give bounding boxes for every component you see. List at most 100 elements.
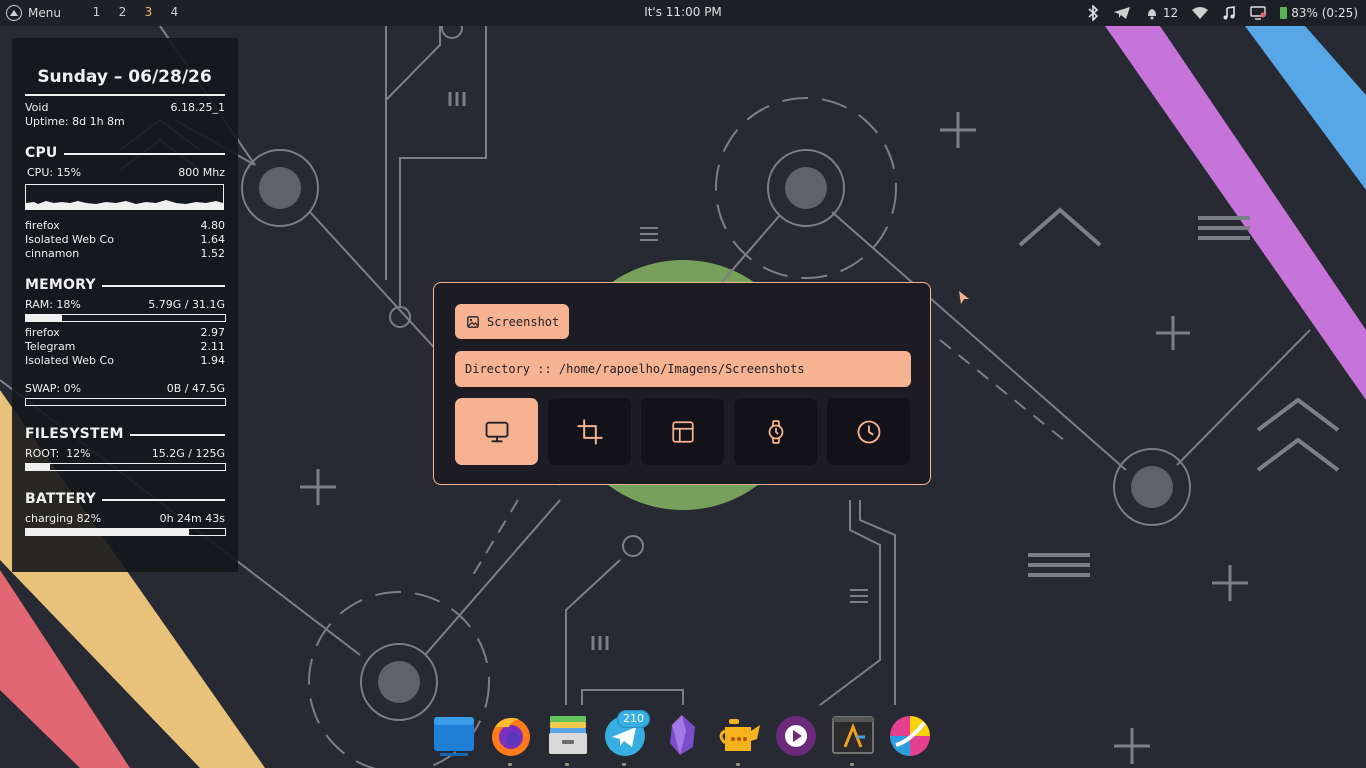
- os-name: Void: [25, 101, 49, 114]
- dock-item-archive[interactable]: [546, 713, 590, 757]
- capture-screen-button[interactable]: [455, 398, 538, 465]
- cpu-usage: CPU: 15%: [27, 166, 82, 179]
- swap-bar: [25, 398, 226, 406]
- system-row: Void 6.18.25_1: [25, 101, 225, 115]
- dock-running-indicator: [622, 763, 626, 766]
- filesystem-title: FILESYSTEM: [25, 426, 124, 442]
- uptime-row: Uptime: 8d 1h 8m: [25, 115, 225, 129]
- memory-title: MEMORY: [25, 277, 96, 293]
- dock-item-files[interactable]: [432, 713, 476, 757]
- image-icon: [467, 315, 479, 328]
- process-name: Telegram: [25, 340, 76, 353]
- dock-running-indicator: [565, 763, 569, 766]
- dock-item-teapot[interactable]: [717, 713, 761, 757]
- clock-icon: [857, 420, 880, 443]
- top-panel: Menu 1 2 3 4 It's 11:00 PM 12 83% (0:25): [0, 0, 1366, 26]
- divider: [63, 153, 225, 155]
- battery-bar: [25, 528, 226, 536]
- battery-section-header: BATTERY: [25, 490, 225, 508]
- divider: [129, 434, 225, 436]
- telegram-badge: 210: [617, 710, 650, 728]
- dock-item-telegram[interactable]: 210: [603, 710, 650, 757]
- battery-bar-fill: [26, 529, 190, 535]
- uptime: Uptime: 8d 1h 8m: [25, 115, 125, 128]
- battery-status: charging 82%: [25, 512, 102, 525]
- dock-item-obsidian[interactable]: [660, 713, 704, 757]
- process-name: cinnamon: [25, 247, 80, 260]
- firefox-icon: [492, 718, 530, 756]
- process-name: firefox: [25, 326, 60, 339]
- mouse-cursor-icon: [959, 291, 969, 304]
- process-value: 1.64: [200, 233, 226, 246]
- dock-item-krita[interactable]: [888, 713, 932, 757]
- process-name: Isolated Web Co: [25, 233, 114, 246]
- wifi-icon[interactable]: [1192, 6, 1209, 20]
- conky-date: Sunday – 06/28/26: [37, 67, 212, 87]
- dock-item-firefox[interactable]: [489, 713, 533, 757]
- watch-icon: [768, 419, 783, 444]
- dock-running-indicator: [508, 763, 512, 766]
- notification-bell-icon: [1147, 9, 1156, 20]
- krita-icon: [890, 716, 930, 756]
- root-row: ROOT: 12% 15.2G / 125G: [25, 447, 225, 461]
- root-usage: ROOT: 12%: [25, 447, 91, 460]
- capture-delay-button[interactable]: [827, 398, 910, 465]
- screenshot-title: Screenshot: [455, 304, 569, 339]
- cpu-process-row: Isolated Web Co 1.64: [25, 233, 225, 247]
- screen-icon[interactable]: [1250, 6, 1266, 20]
- capture-timer-button[interactable]: [734, 398, 817, 465]
- kernel-version: 6.18.25_1: [170, 101, 225, 114]
- capture-region-button[interactable]: [548, 398, 631, 465]
- screenshot-dialog: Screenshot Directory :: /home/rapoelho/I…: [433, 282, 931, 485]
- dock: 210: [430, 710, 936, 768]
- teapot-icon: [719, 719, 760, 751]
- terminal-icon: [832, 716, 874, 754]
- conky-panel: Sunday – 06/28/26 Void 6.18.25_1 Uptime:…: [12, 38, 238, 572]
- root-bar: [25, 463, 226, 471]
- cpu-process-row: firefox 4.80: [25, 219, 225, 233]
- divider: [101, 499, 225, 501]
- cpu-graph: [25, 184, 224, 210]
- divider: [25, 94, 225, 96]
- memory-process-row: Telegram 2.11: [25, 340, 225, 354]
- cpu-usage-row: CPU: 15% 800 Mhz: [27, 166, 225, 180]
- files-app-icon: [434, 717, 474, 756]
- ram-bar: [25, 314, 226, 322]
- swap-usage: SWAP: 0%: [25, 382, 82, 395]
- media-player-icon: [776, 716, 816, 756]
- window-layout-icon: [671, 420, 694, 443]
- process-value: 2.97: [200, 326, 226, 339]
- process-name: firefox: [25, 219, 60, 232]
- cpu-title: CPU: [25, 145, 58, 161]
- music-icon[interactable]: [1222, 6, 1236, 20]
- dock-running-indicator: [850, 763, 854, 766]
- ram-bar-fill: [26, 315, 62, 321]
- telegram-icon[interactable]: [1113, 6, 1131, 20]
- notifications-count: 12: [1162, 6, 1179, 20]
- cpu-section-header: CPU: [25, 144, 225, 162]
- battery-indicator[interactable]: 83% (0:25): [1280, 6, 1358, 20]
- process-value: 2.11: [200, 340, 226, 353]
- battery-title: BATTERY: [25, 491, 96, 507]
- memory-process-row: firefox 2.97: [25, 326, 225, 340]
- directory-field[interactable]: Directory :: /home/rapoelho/Imagens/Scre…: [455, 351, 911, 387]
- ram-value: 5.79G / 31.1G: [148, 298, 225, 311]
- dock-item-terminal[interactable]: [831, 713, 875, 757]
- swap-row: SWAP: 0% 0B / 47.5G: [25, 382, 225, 396]
- ram-usage: RAM: 18%: [25, 298, 81, 311]
- dock-running-indicator: [736, 763, 740, 766]
- root-value: 15.2G / 125G: [151, 447, 225, 460]
- battery-row: charging 82% 0h 24m 43s: [25, 512, 225, 526]
- obsidian-icon: [670, 715, 695, 755]
- memory-section-header: MEMORY: [25, 276, 225, 294]
- bluetooth-icon[interactable]: [1087, 5, 1099, 21]
- capture-window-button[interactable]: [641, 398, 724, 465]
- archive-icon: [549, 716, 587, 754]
- battery-icon: [1280, 7, 1288, 19]
- dock-item-media-player[interactable]: [774, 713, 818, 757]
- process-value: 1.94: [200, 354, 226, 367]
- process-value: 4.80: [200, 219, 226, 232]
- notifications-indicator[interactable]: 12: [1145, 6, 1178, 20]
- crop-icon: [576, 418, 603, 445]
- root-bar-fill: [26, 464, 50, 470]
